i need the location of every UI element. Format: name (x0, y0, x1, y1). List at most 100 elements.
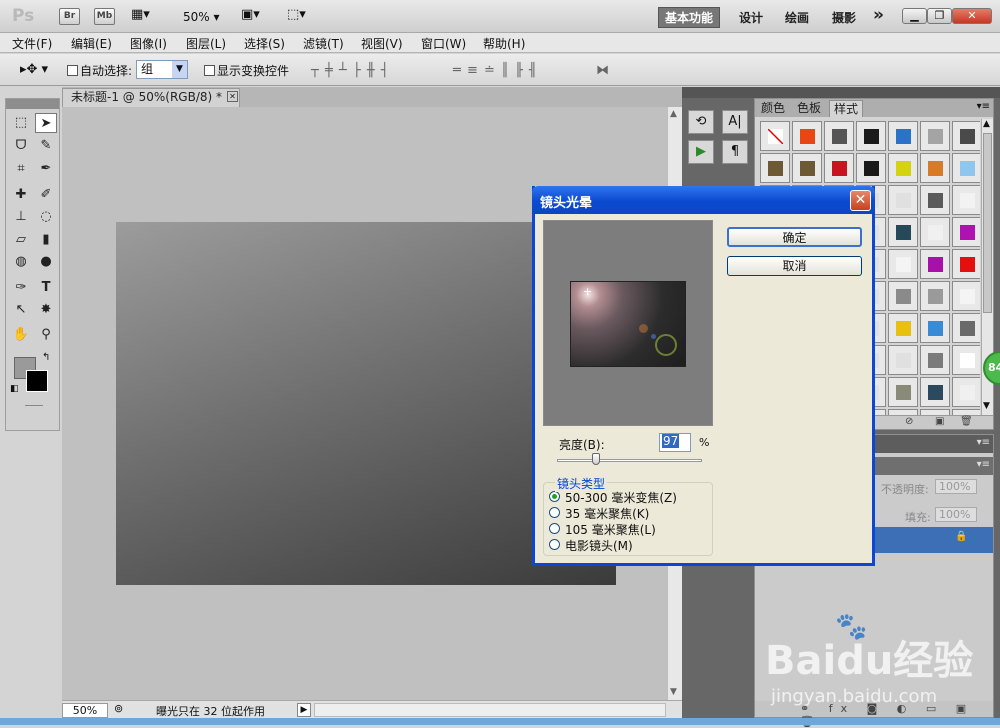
eraser-tool-icon[interactable]: ▱ (10, 230, 32, 250)
workspace-photography[interactable]: 摄影 (832, 9, 856, 26)
panel-menu-icon[interactable]: ▾≡ (977, 459, 990, 470)
style-swatch[interactable] (920, 377, 950, 407)
path-select-tool-icon[interactable]: ↖ (10, 300, 32, 320)
brightness-slider-thumb[interactable] (592, 453, 601, 465)
view-extras-icon[interactable]: ▦▾ (131, 7, 150, 22)
style-swatch[interactable] (888, 281, 918, 311)
menu-image[interactable]: 图像(I) (130, 35, 167, 52)
lens-label-105mm[interactable]: 105 毫米聚焦(L) (565, 521, 656, 538)
style-swatch[interactable] (792, 153, 822, 183)
style-swatch[interactable] (888, 217, 918, 247)
menu-edit[interactable]: 编辑(E) (71, 35, 112, 52)
eyedropper-tool-icon[interactable]: ✒ (35, 159, 57, 179)
style-swatch[interactable] (920, 281, 950, 311)
arrange-documents-icon[interactable]: ▣▾ (241, 7, 260, 22)
type-tool-icon[interactable]: T (35, 278, 57, 298)
style-swatch[interactable] (920, 345, 950, 375)
dialog-close-button[interactable]: ✕ (850, 190, 871, 211)
opacity-input[interactable]: 100% (935, 479, 977, 494)
style-swatch[interactable] (952, 377, 980, 407)
delete-style-icon[interactable]: 🗑 (960, 416, 973, 427)
minimize-button[interactable]: ▁ (902, 8, 927, 24)
gradient-tool-icon[interactable]: ▮ (35, 230, 57, 250)
blur-tool-icon[interactable]: ◍ (10, 252, 32, 272)
status-menu-arrow-icon[interactable]: ▶ (297, 703, 311, 717)
new-style-icon[interactable]: ▣ (935, 416, 944, 427)
move-tool-icon[interactable]: ➤ (35, 113, 57, 133)
menu-help[interactable]: 帮助(H) (483, 35, 525, 52)
menu-select[interactable]: 选择(S) (244, 35, 285, 52)
menu-view[interactable]: 视图(V) (361, 35, 403, 52)
scroll-thumb[interactable] (983, 133, 992, 313)
style-swatch[interactable] (888, 313, 918, 343)
status-zoom[interactable]: 50% (62, 703, 108, 718)
style-swatch[interactable] (920, 217, 950, 247)
close-tab-icon[interactable]: ✕ (227, 91, 238, 102)
show-transform-checkbox[interactable]: 显示变换控件 (204, 62, 289, 79)
style-swatch[interactable] (952, 217, 980, 247)
paragraph-panel-icon[interactable]: ¶ (722, 140, 748, 164)
flare-center-crosshair-icon[interactable]: + (583, 285, 592, 298)
style-swatch[interactable] (920, 121, 950, 151)
dialog-titlebar[interactable]: 镜头光晕 ✕ (532, 186, 875, 214)
pen-tool-icon[interactable]: ✑ (10, 278, 32, 298)
style-swatch[interactable] (824, 121, 854, 151)
panel-menu-icon[interactable]: ▾≡ (977, 101, 990, 112)
crop-tool-icon[interactable]: ⌗ (10, 159, 32, 179)
style-swatch[interactable] (920, 153, 950, 183)
default-colors-icon[interactable]: ◧ (10, 384, 19, 394)
marquee-tool-icon[interactable]: ⬚ (10, 113, 32, 133)
style-swatch[interactable] (888, 121, 918, 151)
document-tab[interactable]: 未标题-1 @ 50%(RGB/8) * ✕ (62, 88, 240, 107)
style-swatch[interactable] (952, 345, 980, 375)
show-transform-box[interactable] (204, 65, 215, 76)
auto-select-dropdown[interactable]: 组 ▼ (136, 60, 188, 79)
close-window-button[interactable]: ✕ (952, 8, 992, 24)
layer-row-background[interactable]: 🔒 (875, 527, 993, 553)
align-icons[interactable]: ┬ ╪ ┴ ├ ╫ ┤ (311, 63, 390, 78)
zoom-tool-icon[interactable]: ⚲ (35, 325, 57, 345)
lens-radio-35mm[interactable] (549, 507, 560, 518)
style-swatch[interactable] (920, 249, 950, 279)
tab-color[interactable]: 颜色 (757, 100, 789, 117)
brightness-input[interactable]: 97 (659, 433, 691, 452)
scroll-down-icon[interactable]: ▼ (670, 687, 677, 697)
scroll-up-icon[interactable]: ▲ (670, 109, 677, 119)
lens-radio-movie[interactable] (549, 539, 560, 550)
cancel-button[interactable]: 取消 (727, 256, 862, 276)
style-swatch[interactable] (888, 185, 918, 215)
auto-select-box[interactable] (67, 65, 78, 76)
style-swatch[interactable] (952, 153, 980, 183)
style-swatch[interactable] (952, 281, 980, 311)
status-info-icon[interactable]: ⊚ (114, 702, 123, 715)
more-workspaces-button[interactable]: » (873, 5, 884, 25)
style-swatch[interactable] (952, 313, 980, 343)
clone-stamp-tool-icon[interactable]: ⊥ (10, 207, 32, 227)
brush-tool-icon[interactable]: ✐ (35, 185, 57, 205)
workspace-design[interactable]: 设计 (739, 9, 763, 26)
style-swatch[interactable] (888, 249, 918, 279)
bridge-button[interactable]: Br (59, 8, 80, 25)
style-swatch[interactable] (824, 153, 854, 183)
move-tool-preset-icon[interactable]: ▸✥ ▾ (20, 62, 48, 77)
style-swatch[interactable] (856, 153, 886, 183)
hand-tool-icon[interactable]: ✋ (10, 325, 32, 345)
brightness-slider-track[interactable] (557, 459, 702, 462)
style-swatch[interactable] (792, 121, 822, 151)
lens-label-35mm[interactable]: 35 毫米聚焦(K) (565, 505, 649, 522)
panel-menu-icon[interactable]: ▾≡ (977, 437, 990, 448)
screen-mode-icon[interactable]: ⬚▾ (287, 7, 306, 22)
menu-layer[interactable]: 图层(L) (186, 35, 226, 52)
menu-file[interactable]: 文件(F) (12, 35, 52, 52)
style-swatch[interactable] (888, 377, 918, 407)
fill-input[interactable]: 100% (935, 507, 977, 522)
style-swatch[interactable] (920, 185, 950, 215)
lens-radio-105mm[interactable] (549, 523, 560, 534)
swap-colors-icon[interactable]: ↰ (42, 352, 50, 363)
auto-align-icon[interactable]: ⧓ (596, 63, 610, 78)
actions-panel-icon[interactable]: ▶ (688, 140, 714, 164)
healing-brush-tool-icon[interactable]: ✚ (10, 185, 32, 205)
flare-preview-image[interactable]: + (570, 281, 686, 367)
lens-radio-zoom[interactable] (549, 491, 560, 502)
scroll-down-icon[interactable]: ▼ (983, 401, 990, 411)
